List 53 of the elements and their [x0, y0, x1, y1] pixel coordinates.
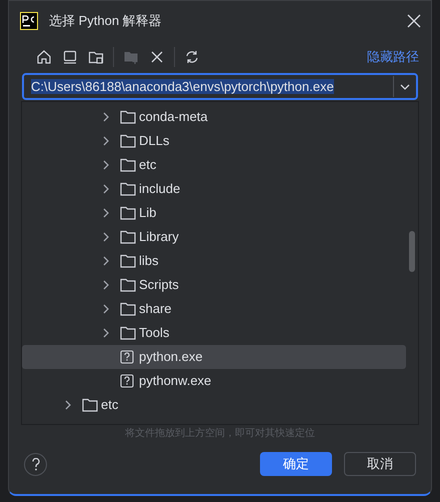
tree-row[interactable]: libs — [22, 249, 406, 273]
tree-row[interactable]: etc — [22, 153, 406, 177]
unknown-file-icon — [120, 350, 134, 364]
app-logo-icon — [20, 12, 38, 30]
help-button[interactable] — [24, 452, 47, 476]
folder-icon — [120, 254, 136, 268]
chevron-right-icon[interactable] — [102, 112, 110, 122]
chevron-right-icon[interactable] — [102, 184, 110, 194]
tree-row[interactable]: etc — [22, 393, 406, 417]
folder-icon — [120, 326, 136, 340]
tree-row[interactable]: Library — [22, 225, 406, 249]
chevron-right-icon[interactable] — [102, 160, 110, 170]
tree-row[interactable]: DLLs — [22, 129, 406, 153]
dropdown-caret-icon[interactable] — [400, 84, 410, 90]
tree-row[interactable]: pythonw.exe — [22, 369, 406, 393]
folder-icon — [120, 134, 136, 148]
monitor-icon[interactable] — [62, 49, 78, 65]
folder-icon[interactable] — [88, 49, 104, 65]
refresh-icon[interactable] — [184, 49, 200, 65]
chevron-right-icon[interactable] — [64, 400, 72, 410]
tree-row[interactable]: include — [22, 177, 406, 201]
cancel-button[interactable]: 取消 — [344, 452, 416, 476]
chevron-right-icon[interactable] — [102, 280, 110, 290]
folder-icon — [120, 182, 136, 196]
scrollbar-thumb[interactable] — [409, 231, 415, 272]
folder-icon — [120, 110, 136, 124]
tree-row[interactable]: share — [22, 297, 406, 321]
chevron-right-icon[interactable] — [102, 328, 110, 338]
folder-icon — [120, 278, 136, 292]
close-icon[interactable] — [407, 14, 421, 28]
folder-icon — [120, 158, 136, 172]
close-icon[interactable] — [149, 49, 165, 65]
chevron-right-icon[interactable] — [102, 256, 110, 266]
chevron-right-icon[interactable] — [102, 208, 110, 218]
tree-row[interactable]: Lib — [22, 201, 406, 225]
home-icon[interactable] — [36, 49, 52, 65]
tree-row[interactable]: Tools — [22, 321, 406, 345]
tree-row[interactable]: conda-meta — [22, 105, 406, 129]
unknown-file-icon — [120, 374, 134, 388]
chevron-right-icon[interactable] — [102, 136, 110, 146]
path-field[interactable]: C:\Users\86188\anaconda3\envs\pytorch\python.exe — [22, 73, 418, 100]
tree-row[interactable]: python.exe — [22, 345, 406, 369]
chevron-right-icon[interactable] — [102, 304, 110, 314]
folder-icon — [82, 398, 98, 412]
chevron-right-icon[interactable] — [102, 232, 110, 242]
ok-button[interactable]: 确定 — [260, 452, 332, 476]
tree-row[interactable]: Scripts — [22, 273, 406, 297]
help-icon — [32, 458, 40, 470]
folder-icon — [120, 206, 136, 220]
window-title: 选择 Python 解释器 — [49, 12, 162, 30]
folder-icon — [120, 230, 136, 244]
hide-path-link[interactable]: 隐藏路径 — [367, 47, 419, 67]
folder-icon — [120, 302, 136, 316]
